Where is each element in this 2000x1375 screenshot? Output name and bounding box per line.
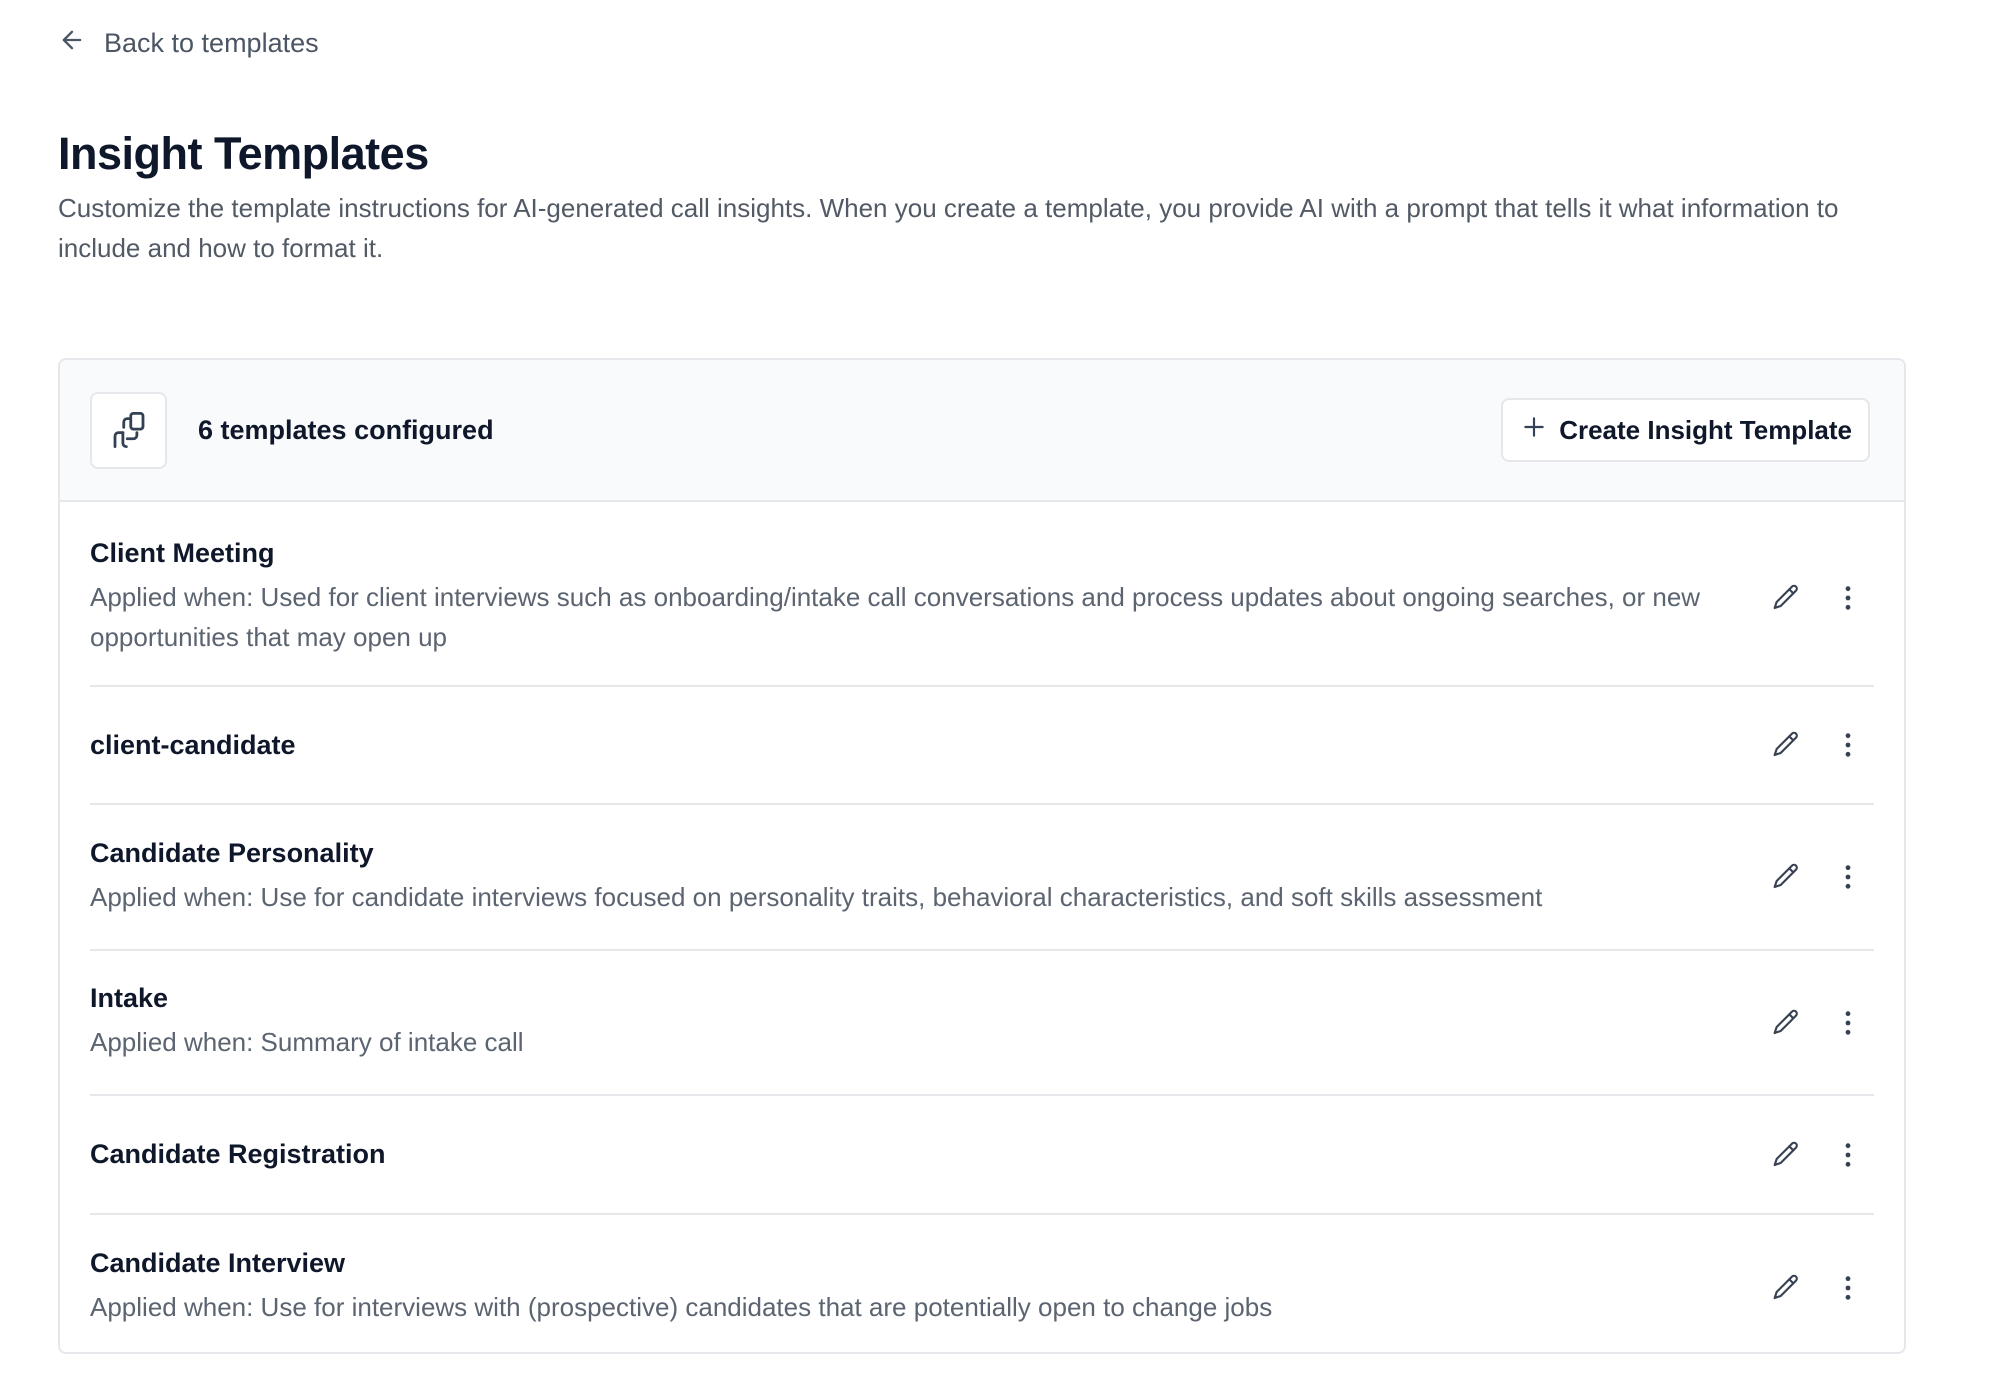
templates-list: Client Meeting Applied when: Used for cl… <box>60 502 1904 1352</box>
templates-count: 6 templates configured <box>198 414 494 445</box>
template-row: Candidate Personality Applied when: Use … <box>90 805 1874 951</box>
template-name: Candidate Personality <box>90 837 374 868</box>
more-vertical-icon[interactable] <box>1828 1268 1868 1308</box>
more-vertical-icon[interactable] <box>1828 1003 1868 1043</box>
template-applied-when: Applied when: Use for interviews with (p… <box>90 1292 1273 1322</box>
template-text: Candidate Personality Applied when: Use … <box>90 838 1766 917</box>
template-row: Intake Applied when: Summary of intake c… <box>90 951 1874 1096</box>
template-row: Candidate Interview Applied when: Use fo… <box>90 1215 1874 1352</box>
pencil-icon[interactable] <box>1766 1003 1806 1043</box>
page-description: Customize the template instructions for … <box>58 193 1839 263</box>
template-name: Candidate Registration <box>90 1139 386 1169</box>
more-vertical-icon[interactable] <box>1828 1135 1868 1175</box>
template-row: client-candidate <box>90 687 1874 805</box>
more-vertical-icon[interactable] <box>1828 725 1868 765</box>
more-vertical-icon[interactable] <box>1828 857 1868 897</box>
copy-icon <box>90 391 167 469</box>
template-actions <box>1766 578 1868 618</box>
template-name: Client Meeting <box>90 538 275 568</box>
template-actions <box>1766 1135 1868 1175</box>
template-actions <box>1766 857 1868 897</box>
page-title: Insight Templates <box>58 128 429 179</box>
template-actions <box>1766 1003 1868 1043</box>
template-text: Candidate Interview Applied when: Use fo… <box>90 1248 1766 1327</box>
arrow-left-icon <box>58 26 86 61</box>
create-button-label: Create Insight Template <box>1559 414 1852 445</box>
template-actions <box>1766 725 1868 765</box>
create-insight-template-button[interactable]: Create Insight Template <box>1501 398 1870 462</box>
pencil-icon[interactable] <box>1766 857 1806 897</box>
template-actions <box>1766 1268 1868 1308</box>
template-text: Candidate Registration <box>90 1139 1766 1170</box>
pencil-icon[interactable] <box>1766 1135 1806 1175</box>
back-link-label: Back to templates <box>104 28 319 58</box>
page: Back to templates Insight Templates Cust… <box>0 0 2000 1375</box>
template-name: Intake <box>90 983 169 1013</box>
templates-card-header: 6 templates configured Create Insight Te… <box>60 360 1904 502</box>
template-name: Candidate Interview <box>90 1248 346 1278</box>
template-row: Client Meeting Applied when: Used for cl… <box>90 502 1874 687</box>
template-row: Candidate Registration <box>90 1096 1874 1215</box>
template-applied-when: Applied when: Use for candidate intervie… <box>90 881 1543 912</box>
pencil-icon[interactable] <box>1766 578 1806 618</box>
template-applied-when: Applied when: Summary of intake call <box>90 1027 524 1057</box>
pencil-icon[interactable] <box>1766 1268 1806 1308</box>
template-text: client-candidate <box>90 730 1766 761</box>
templates-card: 6 templates configured Create Insight Te… <box>58 358 1906 1354</box>
more-vertical-icon[interactable] <box>1828 578 1868 618</box>
template-text: Intake Applied when: Summary of intake c… <box>90 983 1766 1062</box>
pencil-icon[interactable] <box>1766 725 1806 765</box>
template-name: client-candidate <box>90 729 296 760</box>
template-text: Client Meeting Applied when: Used for cl… <box>90 538 1766 657</box>
back-to-templates-link[interactable]: Back to templates <box>58 26 319 61</box>
template-applied-when: Applied when: Used for client interviews… <box>90 582 1701 652</box>
plus-icon <box>1521 414 1547 447</box>
